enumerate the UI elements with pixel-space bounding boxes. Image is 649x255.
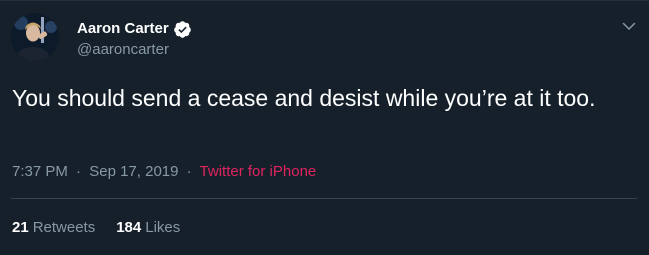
tweet-source-link[interactable]: Twitter for iPhone [200, 163, 317, 180]
likes-count: 184 [116, 219, 142, 236]
meta-separator: · [76, 163, 82, 180]
name-row: Aaron Carter [77, 19, 192, 39]
tweet-date[interactable]: Sep 17, 2019 [89, 163, 178, 180]
retweets-stat[interactable]: 21 Retweets [12, 218, 95, 238]
meta-separator: · [186, 163, 192, 180]
likes-stat[interactable]: 184 Likes [116, 218, 180, 238]
display-name[interactable]: Aaron Carter [77, 19, 169, 39]
top-border [0, 0, 649, 1]
avatar[interactable] [11, 13, 59, 61]
tweet-card: Aaron Carter @aaroncarter You should sen… [0, 0, 649, 255]
user-handle[interactable]: @aaroncarter [77, 40, 169, 60]
chevron-down-icon[interactable] [620, 17, 638, 35]
retweets-label: Retweets [32, 219, 96, 236]
likes-label: Likes [145, 219, 181, 236]
tweet-text: You should send a cease and desist while… [12, 85, 596, 111]
tweet-time[interactable]: 7:37 PM [12, 163, 68, 180]
tweet-stats: 21 Retweets 184 Likes [12, 218, 180, 238]
tweet-meta: 7:37 PM · Sep 17, 2019 · Twitter for iPh… [12, 162, 316, 182]
retweets-count: 21 [12, 219, 29, 236]
verified-badge-icon [173, 20, 192, 39]
divider [11, 198, 637, 199]
